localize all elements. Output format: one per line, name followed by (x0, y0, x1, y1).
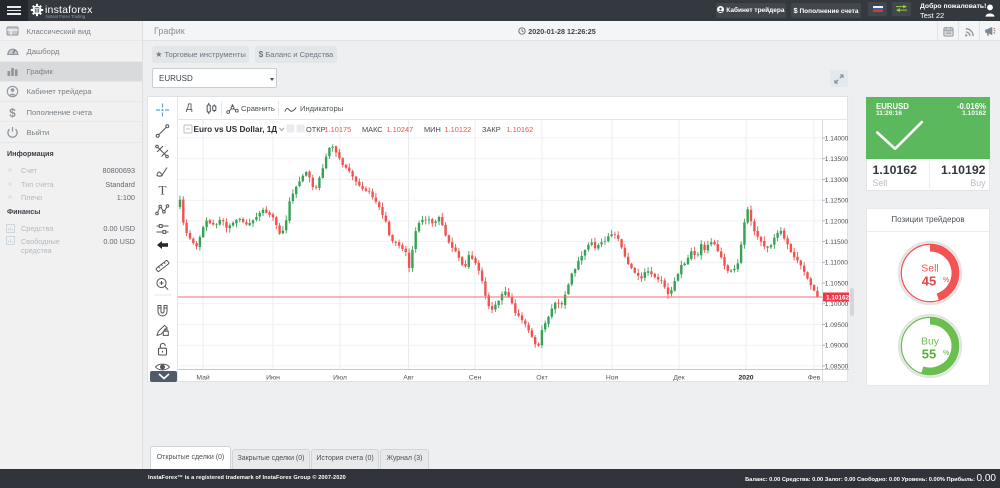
svg-text:%: % (943, 350, 949, 357)
svg-text:1.10122: 1.10122 (445, 125, 472, 134)
svg-text:ЗАКР: ЗАКР (482, 125, 501, 134)
svg-text:Июл: Июл (333, 375, 347, 382)
svg-text:1.11000: 1.11000 (825, 260, 848, 267)
svg-text:Euro vs US Dollar, 1Д: Euro vs US Dollar, 1Д (194, 125, 278, 134)
svg-text:Сен: Сен (469, 375, 482, 382)
svg-text:1.13500: 1.13500 (825, 156, 849, 163)
svg-text:Фев: Фев (808, 375, 821, 382)
svg-text:Июн: Июн (266, 375, 280, 382)
svg-text:МИН: МИН (424, 125, 441, 134)
svg-text:T: T (159, 183, 167, 198)
svg-text:1.13000: 1.13000 (825, 177, 849, 184)
svg-text:45: 45 (922, 274, 936, 289)
svg-text:Ноя: Ноя (606, 375, 619, 382)
svg-text:1.12500: 1.12500 (825, 198, 849, 205)
svg-text:55: 55 (922, 347, 936, 362)
svg-text:1.09500: 1.09500 (825, 322, 849, 329)
svg-text:ОТКР: ОТКР (306, 125, 326, 134)
svg-text:1.10162: 1.10162 (826, 295, 849, 302)
svg-text:Авг: Авг (403, 375, 414, 382)
svg-text:1.11500: 1.11500 (825, 239, 848, 246)
svg-text:Окт: Окт (536, 375, 547, 382)
svg-text:1.10247: 1.10247 (387, 125, 414, 134)
svg-text:1.10175: 1.10175 (325, 125, 352, 134)
svg-text:1.08500: 1.08500 (825, 363, 849, 370)
svg-text:%: % (943, 277, 949, 284)
svg-text:1.10000: 1.10000 (825, 301, 849, 308)
svg-text:1.12000: 1.12000 (825, 218, 849, 225)
svg-text:1.14000: 1.14000 (825, 135, 849, 142)
svg-text:1.10500: 1.10500 (825, 281, 849, 288)
svg-text:1.09000: 1.09000 (825, 343, 849, 350)
svg-text:МАКС: МАКС (362, 125, 383, 134)
svg-text:Дек: Дек (673, 375, 684, 382)
svg-text:2020: 2020 (738, 375, 753, 382)
svg-text:Май: Май (196, 374, 210, 382)
svg-text:$: $ (9, 108, 16, 119)
svg-text:1.10162: 1.10162 (507, 125, 534, 134)
